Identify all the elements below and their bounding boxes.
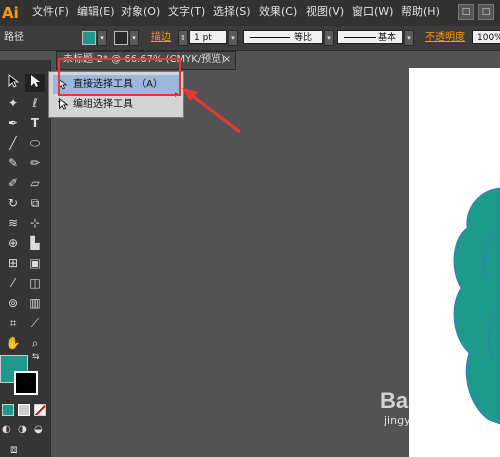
lasso-tool-icon[interactable]: ℓ bbox=[25, 94, 45, 112]
document-tab-close-icon[interactable]: × bbox=[223, 52, 231, 68]
magic-wand-tool-icon[interactable]: ✦ bbox=[3, 94, 23, 112]
stroke-weight-stepper[interactable]: ⇕ bbox=[178, 30, 188, 46]
menu-view[interactable]: 视图(V) bbox=[306, 0, 344, 26]
blend-tool-icon[interactable]: ◫ bbox=[25, 274, 45, 292]
line-tool-icon[interactable]: ╱ bbox=[3, 134, 23, 152]
warp-tool-icon[interactable]: ≋ bbox=[3, 214, 23, 232]
flyout-item-group-selection[interactable]: + 编组选择工具 bbox=[53, 95, 181, 114]
group-selection-icon: + bbox=[57, 97, 69, 117]
menu-bar: Ai 文件(F) 编辑(E) 对象(O) 文字(T) 选择(S) 效果(C) 视… bbox=[0, 0, 500, 26]
fill-swatch[interactable] bbox=[82, 31, 96, 45]
artboard-tool-icon[interactable]: ⌗ bbox=[3, 314, 23, 332]
column-graph-tool-icon[interactable]: ▥ bbox=[25, 294, 45, 312]
object-type-label: 路径 bbox=[4, 32, 24, 43]
direct-selection-tool-icon[interactable] bbox=[25, 74, 45, 92]
blob-brush-tool-icon[interactable]: ✐ bbox=[3, 174, 23, 192]
stroke-color-box[interactable] bbox=[14, 371, 38, 395]
menu-object[interactable]: 对象(O) bbox=[121, 0, 160, 26]
brush-stroke-preview bbox=[344, 37, 376, 38]
menu-select[interactable]: 选择(S) bbox=[213, 0, 251, 26]
paintbrush-tool-icon[interactable]: ✎ bbox=[3, 154, 23, 172]
fill-dropdown[interactable]: ▾ bbox=[97, 30, 107, 46]
none-mode-icon[interactable] bbox=[34, 404, 46, 416]
color-mode-icon[interactable] bbox=[2, 404, 14, 416]
menu-edit[interactable]: 编辑(E) bbox=[77, 0, 115, 26]
gradient-tool-icon[interactable]: ▣ bbox=[25, 254, 45, 272]
brush-label: 基本 bbox=[378, 33, 397, 43]
zoom-tool-icon[interactable]: ⌕ bbox=[25, 334, 45, 352]
pencil-tool-icon[interactable]: ✏ bbox=[25, 154, 45, 172]
menu-file[interactable]: 文件(F) bbox=[32, 0, 69, 26]
menu-effect[interactable]: 效果(C) bbox=[259, 0, 297, 26]
draw-inside-icon[interactable]: ◒ bbox=[34, 424, 43, 435]
rotate-tool-icon[interactable]: ↻ bbox=[3, 194, 23, 212]
gradient-mode-icon[interactable] bbox=[18, 404, 30, 416]
menu-type[interactable]: 文字(T) bbox=[168, 0, 205, 26]
shape-builder-tool-icon[interactable]: ⊕ bbox=[3, 234, 23, 252]
ellipse-tool-icon[interactable]: ⬭ bbox=[25, 134, 45, 152]
stroke-weight-dropdown[interactable]: ▾ bbox=[228, 30, 238, 46]
eyedropper-tool-icon[interactable]: ⁄ bbox=[3, 274, 23, 292]
swap-colors-icon[interactable]: ⇆ bbox=[32, 352, 40, 362]
stroke-swatch-dropdown[interactable]: ▾ bbox=[129, 30, 139, 46]
annotation-arrow-icon bbox=[182, 88, 241, 134]
menu-window[interactable]: 窗口(W) bbox=[352, 0, 393, 26]
profile-stroke-preview bbox=[250, 37, 290, 38]
svg-text:+: + bbox=[57, 99, 61, 105]
flyout-item-label: 编组选择工具 bbox=[73, 99, 133, 110]
eraser-tool-icon[interactable]: ▱ bbox=[25, 174, 45, 192]
control-bar: 路径 ▾ ▾ 描边 ⇕ 1 pt ▾ 等比 ▾ 基本 ▾ 不透明度 100% bbox=[0, 26, 500, 51]
free-transform-tool-icon[interactable]: ⊹ bbox=[25, 214, 45, 232]
draw-normal-icon[interactable]: ◐ bbox=[2, 424, 11, 435]
selected-flower-shape bbox=[453, 187, 500, 425]
type-tool-icon[interactable]: T bbox=[25, 114, 45, 132]
screen-mode-icon[interactable]: ⧈ bbox=[10, 442, 18, 457]
brush-dropdown[interactable]: ▾ bbox=[404, 30, 414, 46]
variable-width-profile[interactable]: 等比 bbox=[243, 30, 323, 44]
symbol-sprayer-tool-icon[interactable]: ⊚ bbox=[3, 294, 23, 312]
profile-label: 等比 bbox=[294, 33, 313, 43]
bridge-button[interactable]: □ bbox=[458, 4, 474, 20]
slice-tool-icon[interactable]: ⟋ bbox=[25, 314, 45, 332]
annotation-highlight-box bbox=[58, 58, 181, 96]
profile-dropdown[interactable]: ▾ bbox=[324, 30, 334, 46]
stroke-weight-field[interactable]: 1 pt bbox=[189, 30, 227, 44]
opacity-field[interactable]: 100% bbox=[472, 30, 500, 44]
selection-tool-icon[interactable] bbox=[3, 73, 23, 92]
menu-help[interactable]: 帮助(H) bbox=[401, 0, 440, 26]
draw-behind-icon[interactable]: ◑ bbox=[18, 424, 27, 435]
scale-tool-icon[interactable]: ⧉ bbox=[25, 194, 45, 212]
mesh-tool-icon[interactable]: ⊞ bbox=[3, 254, 23, 272]
stroke-swatch[interactable] bbox=[114, 31, 128, 45]
brush-definition[interactable]: 基本 bbox=[337, 30, 403, 44]
watermark-brand: Bai bbox=[380, 388, 415, 413]
tools-panel: ✦ ℓ ✒ T ╱ ⬭ ✎ ✏ ✐ ▱ ↻ ⧉ ≋ ⊹ ⊕ ▙ ⊞ ▣ ⁄ ◫ … bbox=[0, 60, 51, 457]
pen-tool-icon[interactable]: ✒ bbox=[3, 114, 23, 132]
hand-tool-icon[interactable]: ✋ bbox=[3, 334, 23, 352]
app-logo: Ai bbox=[2, 4, 19, 22]
watermark-paw-icon: ✿ bbox=[455, 392, 471, 413]
arrange-button[interactable]: □ bbox=[478, 4, 494, 20]
stroke-link[interactable]: 描边 bbox=[151, 26, 171, 50]
opacity-link[interactable]: 不透明度 bbox=[425, 26, 465, 50]
watermark-url: jingyan.baidu.com bbox=[384, 414, 486, 427]
perspective-grid-tool-icon[interactable]: ▙ bbox=[25, 234, 45, 252]
